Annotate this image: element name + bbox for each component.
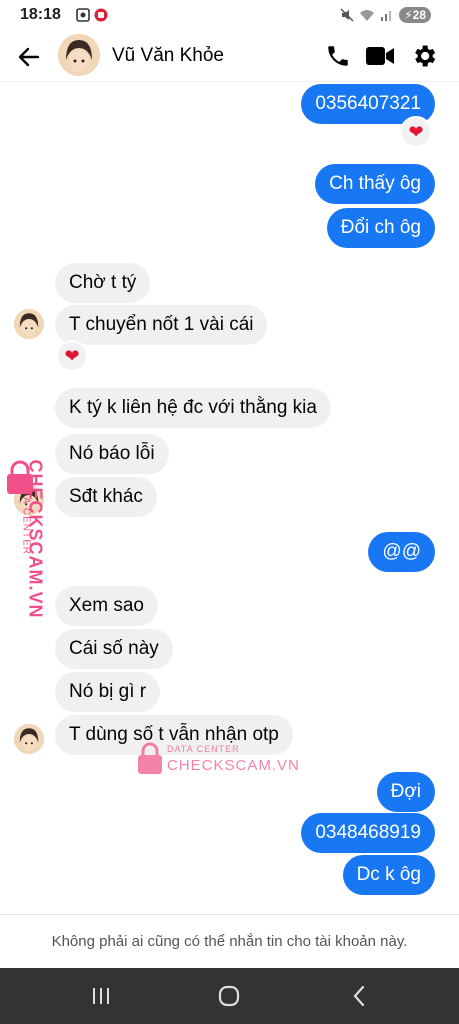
- message-bubble-incoming[interactable]: Cái số này: [55, 629, 173, 669]
- avatar-illustration: [58, 34, 100, 76]
- sender-avatar[interactable]: [14, 309, 44, 339]
- home-button[interactable]: [214, 982, 244, 1010]
- message-bubble-outgoing[interactable]: 0348468919: [301, 813, 435, 853]
- app-notification-icon: [94, 8, 108, 22]
- recent-apps-button[interactable]: [86, 982, 116, 1010]
- recent-apps-icon: [93, 988, 109, 1004]
- battery-indicator: ⚡28: [399, 7, 431, 23]
- status-time: 18:18: [20, 6, 61, 23]
- system-navigation-bar: [0, 968, 459, 1024]
- message-bubble-outgoing[interactable]: @@: [368, 532, 435, 572]
- watermark-lock-icon: [138, 742, 162, 774]
- message-bubble-incoming[interactable]: Sđt khác: [55, 477, 157, 517]
- watermark-center: DATA CENTER CHECKSCAM.VN: [137, 742, 300, 778]
- battery-icon: ⚡: [404, 8, 413, 22]
- status-bar: 18:18 ⚡28: [0, 0, 459, 32]
- watermark-center-subtext: DATA CENTER: [167, 744, 240, 754]
- chevron-left-icon: [353, 985, 365, 1007]
- wifi-icon: [360, 10, 375, 21]
- back-button[interactable]: [14, 42, 44, 72]
- battery-level: 28: [412, 8, 426, 22]
- message-bubble-outgoing[interactable]: Dc k ôg: [342, 855, 435, 895]
- avatar-illustration: [14, 309, 44, 339]
- messaging-restricted-notice: Không phải ai cũng có thể nhắn tin cho t…: [0, 914, 459, 968]
- sender-avatar[interactable]: [14, 724, 44, 754]
- message-bubble-outgoing[interactable]: Đợi: [376, 772, 435, 812]
- message-list[interactable]: 0356407321 ❤ Ch thấy ôg Đổi ch ôg Chờ t …: [0, 82, 459, 914]
- signal-icon: [381, 11, 392, 21]
- home-icon: [218, 985, 240, 1007]
- contact-avatar[interactable]: [58, 34, 100, 76]
- status-notification-icons: [76, 8, 108, 22]
- heart-reaction-icon[interactable]: ❤: [56, 340, 88, 372]
- message-bubble-outgoing[interactable]: Ch thấy ôg: [315, 164, 435, 204]
- heart-reaction-icon[interactable]: ❤: [400, 116, 432, 148]
- message-bubble-outgoing[interactable]: Đổi ch ôg: [326, 208, 435, 248]
- watermark-vertical: CHECKSCAM.VN DATA CENTER: [4, 460, 46, 650]
- watermark-center-text: CHECKSCAM.VN: [167, 757, 300, 774]
- settings-button[interactable]: [408, 40, 440, 72]
- gear-icon: [415, 45, 436, 67]
- screenshot-icon: [76, 8, 90, 22]
- video-call-button[interactable]: [364, 40, 396, 72]
- system-back-button[interactable]: [344, 982, 374, 1010]
- back-arrow-icon: [18, 47, 40, 67]
- message-bubble-incoming[interactable]: Nó báo lỗi: [55, 434, 169, 474]
- watermark-vertical-subtext: DATA CENTER: [20, 475, 32, 556]
- message-bubble-incoming[interactable]: Nó bị gì r: [55, 672, 161, 712]
- avatar-illustration: [14, 724, 44, 754]
- mute-icon: [340, 8, 354, 22]
- message-bubble-incoming[interactable]: Xem sao: [55, 586, 158, 626]
- message-bubble-incoming[interactable]: Chờ t tý: [55, 263, 151, 303]
- chat-header: Vũ Văn Khỏe: [0, 32, 459, 82]
- voice-call-button[interactable]: [322, 40, 354, 72]
- video-camera-icon: [366, 47, 394, 65]
- status-system-icons: ⚡28: [340, 7, 431, 23]
- message-bubble-incoming[interactable]: T chuyển nốt 1 vài cái: [55, 305, 268, 345]
- message-bubble-incoming[interactable]: K tý k liên hệ đc với thằng kia: [55, 388, 331, 428]
- contact-name[interactable]: Vũ Văn Khỏe: [112, 45, 224, 67]
- phone-icon: [328, 46, 348, 66]
